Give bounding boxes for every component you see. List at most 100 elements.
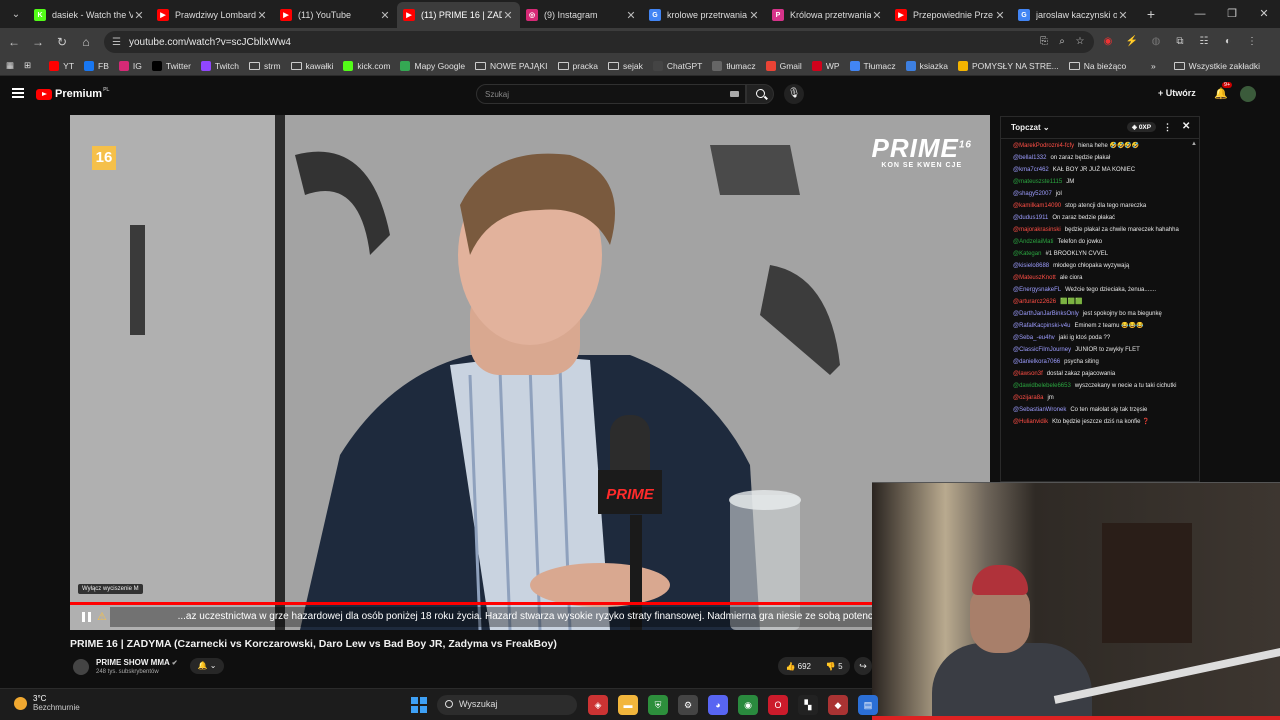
chat-author[interactable]: @AndzelaiMati — [1013, 239, 1053, 245]
reload-icon[interactable]: ↻ — [50, 35, 74, 49]
bookmark-item[interactable]: ksiazka — [905, 60, 948, 71]
chat-author[interactable]: @ozijara8a — [1013, 395, 1043, 401]
chat-author[interactable]: @MateuszKnott — [1013, 275, 1056, 281]
bookmark-star-icon[interactable]: ☆ — [1072, 36, 1088, 47]
more-bookmarks-icon[interactable]: » — [1151, 61, 1156, 71]
muted-volume-icon[interactable]: ⚠ — [97, 610, 107, 623]
profile-icon[interactable]: ◐ — [1220, 34, 1236, 50]
address-bar[interactable]: ☰ youtube.com/watch?v=scJCbllxWw4 ⎘ ⌕ ☆ — [104, 31, 1094, 53]
browser-tab[interactable]: ▶ (11) PRIME 16 | ZADY✕ — [397, 2, 520, 28]
browser-tab[interactable]: ◎ (9) Instagram ✕ — [520, 2, 643, 28]
record-extension-icon[interactable]: ◉ — [1100, 34, 1116, 50]
subscription-bell-button[interactable]: 🔔 ⌄ — [190, 658, 224, 674]
tab-close-icon[interactable]: ✕ — [502, 9, 514, 22]
chat-author[interactable]: @Seba_-eu4hv — [1013, 335, 1055, 341]
chat-author[interactable]: @shagy52007 — [1013, 191, 1052, 197]
create-button[interactable]: + Utwórz — [1158, 88, 1196, 98]
bookmark-item[interactable]: Mapy Google — [400, 60, 465, 71]
youtube-logo[interactable]: Premium PL — [36, 87, 109, 100]
channel-avatar[interactable] — [73, 659, 89, 675]
apps-icon[interactable]: ▦ — [6, 60, 14, 71]
chat-author[interactable]: @dawidbelebele6653 — [1013, 383, 1071, 389]
chat-author[interactable]: @Kategan — [1013, 251, 1041, 257]
app-icon-10[interactable]: ▤ — [858, 695, 878, 715]
bookmark-item[interactable]: NOWE PAJĄKI — [475, 61, 548, 71]
browser-tab[interactable]: Kdasiek - Watch the V ✕ — [28, 2, 151, 28]
extension-icon-2[interactable]: ◍ — [1148, 34, 1164, 50]
chat-author[interactable]: @SebastianWronek — [1013, 407, 1066, 413]
file-explorer-icon[interactable]: ▬ — [618, 695, 638, 715]
video-progress-bar[interactable] — [70, 602, 990, 605]
dislike-button[interactable]: 👎 5 — [826, 662, 843, 671]
browser-tab[interactable]: P Królowa przetrwania ✕ — [766, 2, 889, 28]
extension-icon[interactable]: ⚡ — [1124, 34, 1140, 50]
channel-name[interactable]: PRIME SHOW MMA ✔ — [96, 658, 178, 667]
bookmark-item[interactable]: tłumacz — [712, 60, 756, 71]
forward-icon[interactable]: → — [26, 35, 50, 49]
browser-tab[interactable]: ▶ (11) YouTube ✕ — [274, 2, 397, 28]
tab-close-icon[interactable]: ✕ — [994, 9, 1006, 22]
extensions-puzzle-icon[interactable]: ⧉ — [1172, 34, 1188, 50]
reading-list-icon[interactable]: ☷ — [1196, 34, 1212, 50]
chat-author[interactable]: @ClassicFilmJourney — [1013, 347, 1071, 353]
chat-author[interactable]: @mateuszste1115 — [1013, 179, 1062, 185]
all-bookmarks[interactable]: Wszystkie zakładki — [1173, 61, 1260, 71]
app-icon-1[interactable]: ◈ — [588, 695, 608, 715]
maximize-icon[interactable]: ❐ — [1216, 0, 1248, 28]
chat-author[interactable]: @MarekPodrozni4-fcfy — [1013, 143, 1074, 149]
browser-menu-icon[interactable]: ⋮ — [1244, 34, 1260, 50]
discord-icon[interactable]: ◕ — [708, 695, 728, 715]
bookmark-item[interactable]: WP — [811, 60, 840, 71]
chrome-icon[interactable]: ◉ — [738, 695, 758, 715]
apps-grid-icon[interactable]: ⊞ — [24, 60, 31, 71]
chat-author[interactable]: @dudus1911 — [1013, 215, 1048, 221]
chat-author[interactable]: @danielkora7066 — [1013, 359, 1060, 365]
menu-icon[interactable] — [12, 88, 24, 98]
chat-mode-dropdown[interactable]: Topczat ⌄ — [1011, 123, 1050, 132]
tab-close-icon[interactable]: ✕ — [748, 9, 760, 22]
pause-icon[interactable] — [82, 612, 91, 622]
xp-badge[interactable]: ◈ 0XP — [1127, 122, 1157, 132]
windows-start-icon[interactable] — [411, 697, 427, 713]
chat-author[interactable]: @DarthJanJarBinksOnly — [1013, 311, 1079, 317]
opera-icon[interactable]: O — [768, 695, 788, 715]
chat-author[interactable]: @Hulianvidik — [1013, 419, 1048, 425]
tab-search-icon[interactable]: ⌄ — [4, 4, 28, 24]
bookmark-item[interactable]: IG — [118, 60, 142, 71]
tab-close-icon[interactable]: ✕ — [871, 9, 883, 22]
bookmark-item[interactable]: Twitter — [151, 60, 191, 71]
bookmark-item[interactable]: pracka — [557, 61, 598, 71]
chat-author[interactable]: @arturarcz2626 — [1013, 299, 1056, 305]
keyboard-icon[interactable] — [730, 91, 739, 97]
voice-search-icon[interactable]: 🎙 — [784, 84, 804, 104]
bookmark-item[interactable]: Gmail — [765, 60, 802, 71]
app-icon-8[interactable]: ▚ — [798, 695, 818, 715]
tab-close-icon[interactable]: ✕ — [256, 9, 268, 22]
scroll-up-icon[interactable]: ▲ — [1191, 141, 1197, 147]
chat-author[interactable]: @lawson3f — [1013, 371, 1043, 377]
new-tab-button[interactable]: + — [1139, 6, 1163, 22]
notifications-bell-icon[interactable]: 🔔 9+ — [1214, 82, 1233, 100]
bookmark-item[interactable]: Twitch — [200, 60, 239, 71]
bookmark-item[interactable]: POMYSŁY NA STRE... — [957, 60, 1059, 71]
chat-author[interactable]: @RafalKacpinski-v4u — [1013, 323, 1070, 329]
chat-author[interactable]: @kma7cr462 — [1013, 167, 1049, 173]
like-button[interactable]: 👍 692 — [785, 662, 811, 671]
browser-tab[interactable]: Gjaroslaw kaczynski o ✕ — [1012, 2, 1135, 28]
browser-tab[interactable]: ▶ Prawdziwy Lombard ✕ — [151, 2, 274, 28]
close-window-icon[interactable]: ✕ — [1248, 0, 1280, 28]
back-icon[interactable]: ← — [2, 35, 26, 49]
tab-close-icon[interactable]: ✕ — [133, 9, 145, 22]
video-player[interactable]: PRIME 16 PRIME16 KON SE KWEN CJE Wyłącz … — [70, 115, 990, 630]
tab-close-icon[interactable]: ✕ — [625, 9, 637, 22]
vpn-icon[interactable]: ⛨ — [648, 695, 668, 715]
bookmark-item[interactable]: Tłumacz — [849, 60, 896, 71]
bookmark-item[interactable]: ChatGPT — [652, 60, 702, 71]
share-icon[interactable]: ↪ — [854, 657, 872, 675]
chat-author[interactable]: @kamilkam14090 — [1013, 203, 1061, 209]
account-avatar[interactable] — [1240, 86, 1256, 102]
tab-close-icon[interactable]: ✕ — [379, 9, 391, 22]
taskbar-search[interactable]: Wyszukaj — [437, 695, 577, 715]
search-input[interactable]: Szukaj — [476, 84, 746, 104]
chat-author[interactable]: @kisielo8688 — [1013, 263, 1049, 269]
